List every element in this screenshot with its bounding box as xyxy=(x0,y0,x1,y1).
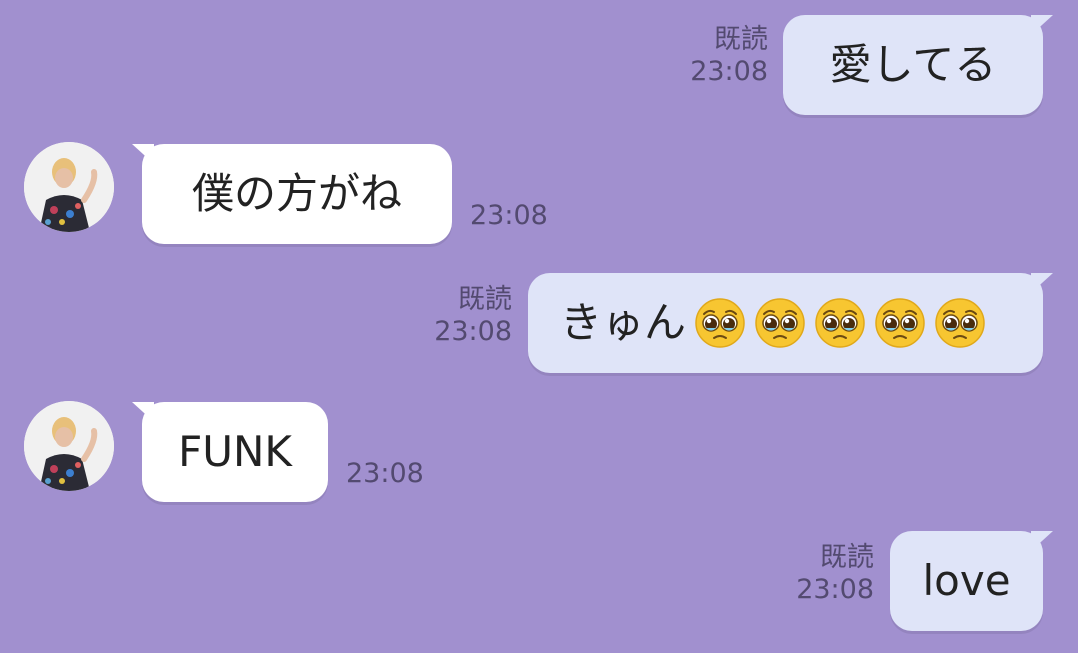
message-text: FUNK xyxy=(178,427,292,476)
message-meta: 既読 23:08 xyxy=(796,542,874,607)
message-bubble-incoming[interactable]: FUNK xyxy=(132,402,328,502)
read-receipt: 既読 xyxy=(820,542,874,573)
message-time: 23:08 xyxy=(434,316,512,348)
message-bubble-outgoing[interactable]: love xyxy=(890,531,1053,631)
message-meta: 既読 23:08 xyxy=(434,284,512,349)
pleading-face-icon xyxy=(935,298,985,348)
pleading-face-icon xyxy=(815,298,865,348)
message-text: きゅん xyxy=(560,298,687,347)
avatar-image xyxy=(24,401,114,491)
message-time: 23:08 xyxy=(690,56,768,88)
message-time: 23:08 xyxy=(346,458,424,489)
pleading-face-icon xyxy=(755,298,805,348)
pleading-face-icon xyxy=(875,298,925,348)
emoji-strip xyxy=(686,297,986,349)
message-meta: 既読 23:08 xyxy=(690,24,768,89)
message-text: 僕の方がね xyxy=(191,169,402,218)
pleading-face-icon xyxy=(695,298,745,348)
message-time: 23:08 xyxy=(796,574,874,606)
read-receipt: 既読 xyxy=(458,284,512,315)
read-receipt: 既読 xyxy=(714,24,768,55)
message-bubble-incoming[interactable]: 僕の方がね xyxy=(132,144,452,244)
avatar[interactable] xyxy=(24,401,114,491)
message-time: 23:08 xyxy=(470,200,548,231)
message-bubble-outgoing[interactable]: きゅん xyxy=(528,273,1053,373)
avatar[interactable] xyxy=(24,142,114,232)
message-text: love xyxy=(922,556,1011,605)
message-text: 愛してる xyxy=(829,40,997,89)
chat-area: 既読 23:08 愛してる 僕の方がね 23:08 既読 23:08 きゅん F… xyxy=(0,0,1078,653)
message-bubble-outgoing[interactable]: 愛してる xyxy=(783,15,1053,115)
avatar-image xyxy=(24,142,114,232)
